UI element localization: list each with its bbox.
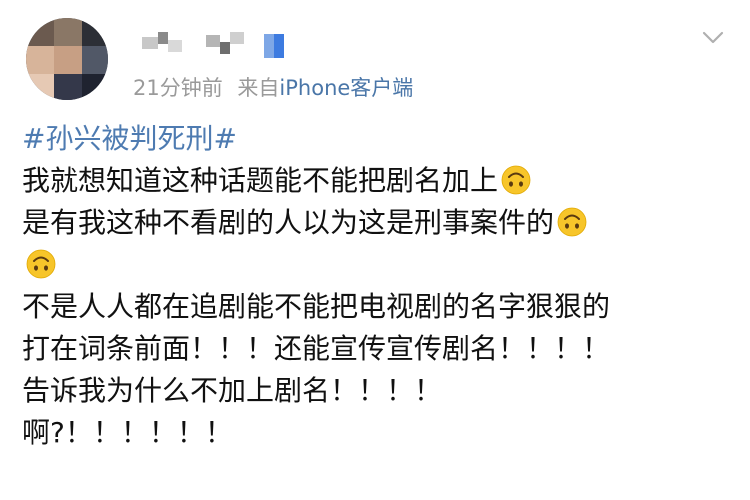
topic-hashtag-link[interactable]: #孙兴被判死刑# xyxy=(22,122,237,155)
post-line-4: 不是人人都在追剧能不能把电视剧的名字狠狠的 xyxy=(22,290,611,323)
post-line-5: 打在词条前面！！！还能宣传宣传剧名！！！！ xyxy=(22,332,611,365)
post-source-link[interactable]: iPhone客户端 xyxy=(279,76,413,100)
chevron-down-icon[interactable] xyxy=(702,26,724,48)
upside-down-face-emoji xyxy=(557,207,587,237)
post-line-6: 告诉我为什么不加上剧名！！！！ xyxy=(22,374,443,407)
post-body: #孙兴被判死刑# 我就想知道这种话题能不能把剧名加上 是有我这种不看剧的人以为这… xyxy=(22,118,742,454)
post-meta: 21分钟前 来自iPhone客户端 xyxy=(133,72,413,102)
source-prefix: 来自 xyxy=(237,76,280,100)
post-line-1: 我就想知道这种话题能不能把剧名加上 xyxy=(22,160,742,202)
post-time: 21分钟前 xyxy=(133,76,223,100)
upside-down-face-emoji xyxy=(501,165,531,195)
post-line-2: 是有我这种不看剧的人以为这是刑事案件的 xyxy=(22,202,742,244)
username-blurred[interactable] xyxy=(142,30,284,58)
post-line-7: 啊?！！！！！！ xyxy=(22,416,233,449)
post-line-3 xyxy=(22,244,742,286)
avatar[interactable] xyxy=(26,18,108,100)
upside-down-face-emoji xyxy=(26,249,56,279)
